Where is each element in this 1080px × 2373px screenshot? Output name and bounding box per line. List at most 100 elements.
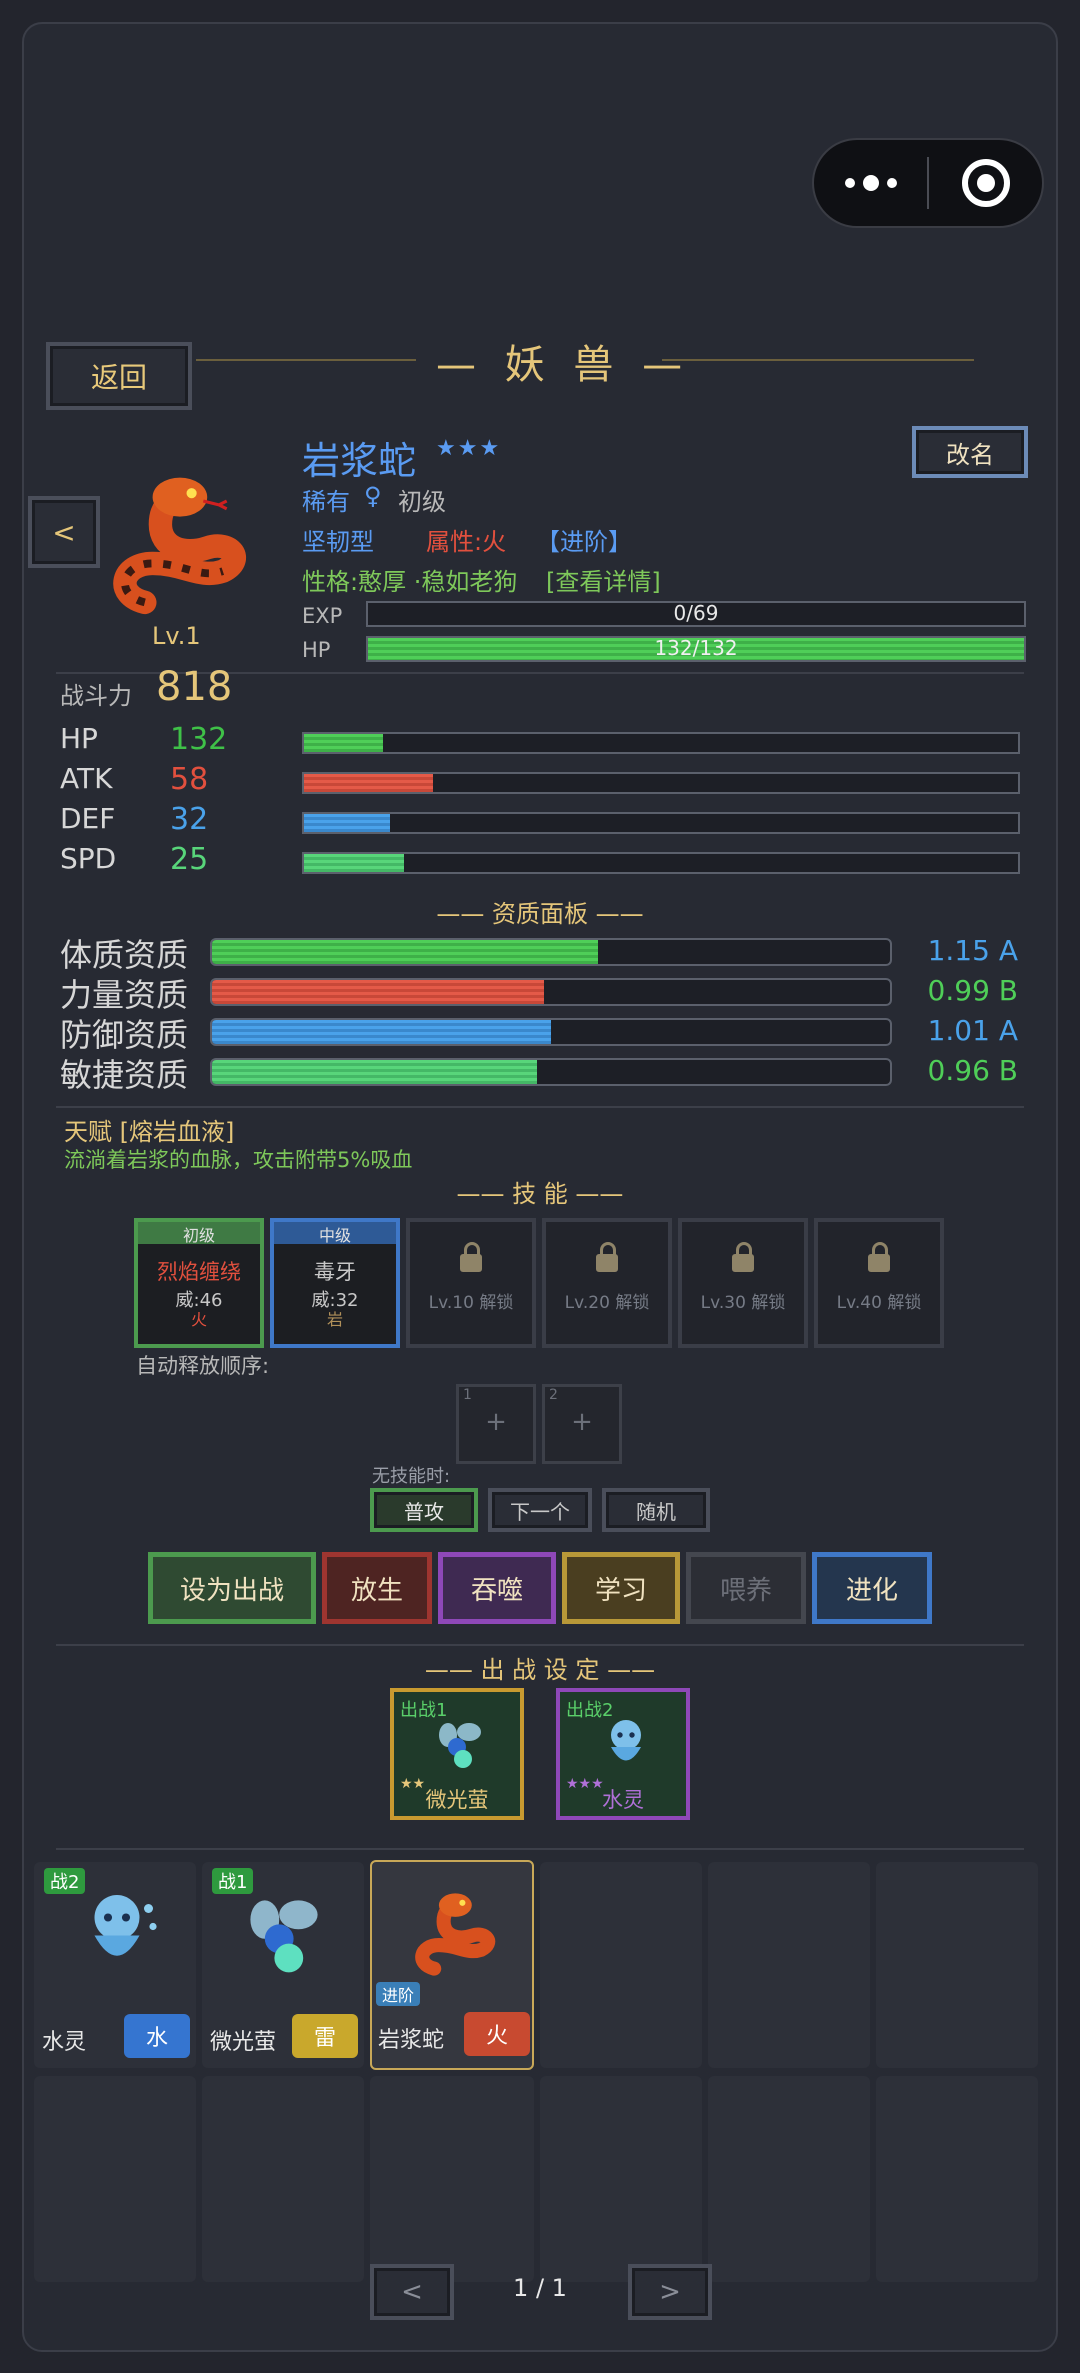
noskill-random-button[interactable]: 随机 xyxy=(602,1488,710,1532)
noskill-attack-button[interactable]: 普攻 xyxy=(370,1488,478,1532)
skill-element: 岩 xyxy=(326,1310,343,1329)
pet-gender: ♀ xyxy=(364,482,382,510)
set-battle-button[interactable]: 设为出战 xyxy=(148,1552,316,1624)
stat-name: SPD xyxy=(60,842,117,875)
pet-level: Lv.1 xyxy=(152,622,201,650)
aptitude-title: —— 资质面板 —— xyxy=(436,900,644,928)
title-line-left xyxy=(196,359,416,361)
noskill-next-button[interactable]: 下一个 xyxy=(488,1488,592,1532)
roster-empty-slot xyxy=(876,1862,1038,2068)
pet-personality: 性格:憨厚 ·稳如老狗 xyxy=(302,568,518,596)
pet-stars: ★★★ xyxy=(436,436,502,461)
devour-button[interactable]: 吞噬 xyxy=(438,1552,556,1624)
stat-bar xyxy=(302,772,1020,794)
learn-button[interactable]: 学习 xyxy=(562,1552,680,1624)
battle-slot-1[interactable]: 出战1 ★★ 微光萤 xyxy=(390,1688,524,1820)
stat-bar xyxy=(302,812,1020,834)
roster-element: 雷 xyxy=(292,2014,358,2058)
aptitude-bar xyxy=(210,1018,892,1046)
view-detail-link[interactable]: [查看详情] xyxy=(546,562,661,597)
stat-value: 58 xyxy=(170,762,209,797)
battle-slot-name: 微光萤 xyxy=(425,1788,489,1812)
order-slot-1[interactable]: 1 + xyxy=(456,1384,536,1464)
divider xyxy=(56,1644,1024,1646)
skill-tier: 中级 xyxy=(274,1222,396,1245)
roster-empty-slot xyxy=(708,1862,870,2068)
unlock-level: Lv.10 解锁 xyxy=(428,1292,514,1313)
pet-grade: 初级 xyxy=(398,488,446,516)
skill-element: 火 xyxy=(190,1310,207,1329)
locked-skill-slot: Lv.20 解锁 xyxy=(542,1218,672,1348)
page-prev-button[interactable]: < xyxy=(370,2264,454,2320)
aptitude-value: 1.01 A xyxy=(927,1014,1018,1047)
aptitude-value: 0.96 B xyxy=(927,1054,1018,1087)
page-indicator: 1 / 1 xyxy=(513,2274,567,2302)
order-num: 2 xyxy=(549,1387,558,1403)
roster-name: 微光萤 xyxy=(210,2030,277,2055)
more-icon[interactable] xyxy=(814,175,927,191)
roster-advance-badge: 进阶 xyxy=(376,1982,421,2006)
release-button[interactable]: 放生 xyxy=(322,1552,432,1624)
lock-icon xyxy=(868,1241,890,1272)
plus-icon: + xyxy=(571,1407,593,1437)
prev-pet-button[interactable]: < xyxy=(28,496,100,568)
rename-button[interactable]: 改名 xyxy=(912,426,1028,478)
skill-card-1[interactable]: 初级 烈焰缠绕 威:46 火 xyxy=(134,1218,264,1348)
roster-empty-slot xyxy=(370,2076,534,2282)
lock-icon xyxy=(596,1241,618,1272)
evolve-button[interactable]: 进化 xyxy=(812,1552,932,1624)
roster-empty-slot xyxy=(202,2076,364,2282)
roster-name: 水灵 xyxy=(42,2030,87,2055)
roster-element: 火 xyxy=(464,2012,530,2056)
close-target-icon[interactable] xyxy=(929,159,1042,207)
locked-skill-slot: Lv.40 解锁 xyxy=(814,1218,944,1348)
advance-link[interactable]: 【进阶】 xyxy=(536,522,632,557)
order-slot-2[interactable]: 2 + xyxy=(542,1384,622,1464)
battle-slot-2[interactable]: 出战2 ★★★ 水灵 xyxy=(556,1688,690,1820)
locked-skill-slot: Lv.30 解锁 xyxy=(678,1218,808,1348)
hp-label: HP xyxy=(302,638,331,662)
roster-card-lava-snake[interactable]: 进阶 岩浆蛇 火 xyxy=(370,1860,534,2070)
aptitude-bar xyxy=(210,938,892,966)
lock-icon xyxy=(732,1241,754,1272)
hp-text: 132/132 xyxy=(654,636,738,660)
water-spirit-icon xyxy=(611,1720,641,1761)
pet-attribute: 属性:火 xyxy=(426,528,507,556)
unlock-level: Lv.20 解锁 xyxy=(564,1292,650,1313)
roster-empty-slot xyxy=(34,2076,196,2282)
roster-empty-slot xyxy=(540,1862,702,2068)
roster-empty-slot xyxy=(708,2076,870,2282)
page-next-button[interactable]: > xyxy=(628,2264,712,2320)
roster-name: 岩浆蛇 xyxy=(378,2028,445,2053)
roster-card-water-spirit[interactable]: 战2 水灵 水 xyxy=(34,1862,196,2068)
skill-name: 毒牙 xyxy=(314,1260,356,1284)
stat-value: 25 xyxy=(170,842,209,877)
pet-type: 坚韧型 xyxy=(302,528,374,556)
skill-name: 烈焰缠绕 xyxy=(157,1260,241,1284)
back-button[interactable]: 返回 xyxy=(46,342,192,410)
roster-card-firefly[interactable]: 战1 微光萤 雷 xyxy=(202,1862,364,2068)
stat-name: ATK xyxy=(60,762,113,795)
plus-icon: + xyxy=(485,1407,507,1437)
skill-card-2[interactable]: 中级 毒牙 威:32 岩 xyxy=(270,1218,400,1348)
auto-order-label: 自动释放顺序: xyxy=(136,1354,270,1378)
water-spirit-icon xyxy=(94,1895,157,1956)
skill-tier: 初级 xyxy=(138,1222,260,1245)
lock-icon xyxy=(460,1241,482,1272)
lava-snake-icon xyxy=(415,1893,496,1976)
stat-name: DEF xyxy=(60,802,116,835)
stat-bar xyxy=(302,852,1020,874)
aptitude-bar xyxy=(210,978,892,1006)
roster-empty-slot xyxy=(876,2076,1038,2282)
unlock-level: Lv.40 解锁 xyxy=(836,1292,922,1313)
order-num: 1 xyxy=(463,1387,472,1403)
roster-element: 水 xyxy=(124,2014,190,2058)
exp-text: 0/69 xyxy=(673,601,719,625)
aptitude-name: 敏捷资质 xyxy=(60,1056,189,1094)
feed-button[interactable]: 喂养 xyxy=(686,1552,806,1624)
locked-skill-slot: Lv.10 解锁 xyxy=(406,1218,536,1348)
lava-snake-portrait xyxy=(113,477,246,615)
talent-desc: 流淌着岩浆的血脉，攻击附带5%吸血 xyxy=(64,1148,413,1172)
miniprogram-capsule xyxy=(812,138,1044,228)
firefly-icon xyxy=(439,1723,481,1768)
